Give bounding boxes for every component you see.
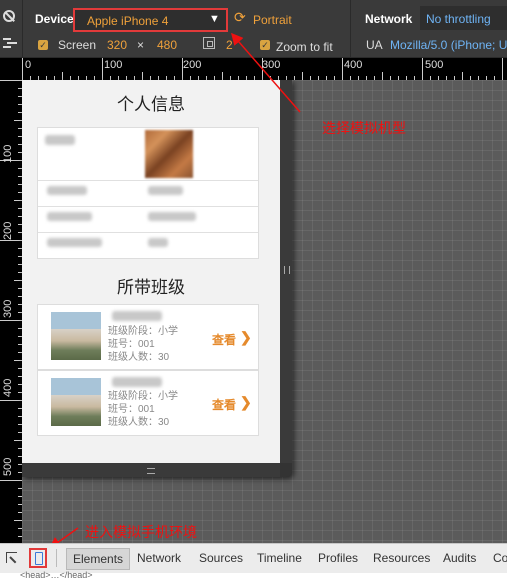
tab-resources[interactable]: Resources: [373, 551, 430, 565]
device-mode-button[interactable]: [29, 548, 47, 568]
tab-network[interactable]: Network: [137, 551, 181, 565]
annotation-select-model: 选择模拟机型: [322, 120, 406, 136]
tab-divider: [56, 549, 57, 567]
head-tag-text: <head>…</head>: [20, 570, 93, 580]
inspect-element-icon[interactable]: [6, 552, 17, 564]
annotation-arrows: [48, 32, 301, 549]
tab-profiles[interactable]: Profiles: [318, 551, 358, 565]
tab-timeline[interactable]: Timeline: [257, 551, 302, 565]
mobile-device-icon: [35, 552, 43, 565]
tab-elements[interactable]: Elements: [66, 548, 131, 570]
annotation-enter-emulation: 进入模拟手机环境: [85, 524, 197, 540]
tab-console[interactable]: Co: [493, 551, 507, 565]
tab-audits[interactable]: Audits: [443, 551, 476, 565]
annotation-arrow-select: [231, 32, 301, 113]
elements-tree-snippet: <head>…</head>: [0, 570, 507, 581]
tab-sources[interactable]: Sources: [199, 551, 243, 565]
